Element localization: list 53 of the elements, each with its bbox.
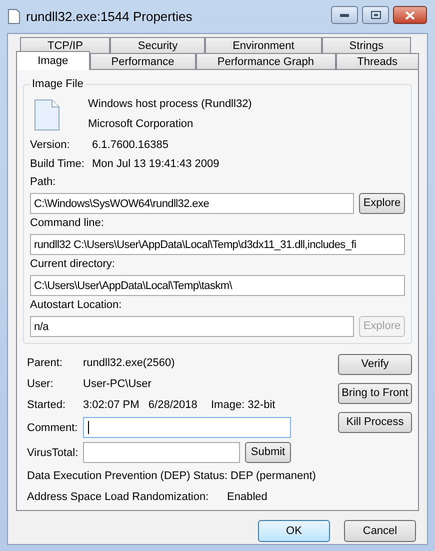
text-field[interactable]: rundll32 C:\Users\User\AppData\Local\Temp\d3dx11_31.dll,includes_fi: [30, 234, 405, 255]
tab[interactable]: Performance: [90, 53, 196, 70]
field-value: 3:02:07 PM 6/28/2018: [83, 398, 198, 412]
tab[interactable]: Performance Graph: [196, 53, 336, 70]
text-field[interactable]: n/a: [30, 316, 354, 337]
field-value: Mon Jul 13 19:41:43 2009: [92, 157, 220, 171]
field-value: 6.1.7600.16385: [92, 138, 168, 152]
field-label: User:: [27, 376, 54, 390]
dialog-button[interactable]: Cancel: [344, 520, 416, 542]
virustotal-field[interactable]: [83, 442, 240, 463]
tab[interactable]: Security: [110, 37, 206, 54]
field-label: Address Space Load Randomization:: [27, 490, 210, 504]
field-label: Parent:: [27, 356, 64, 370]
group-legend: Image File: [30, 77, 86, 91]
document-icon: [8, 9, 20, 24]
tab[interactable]: Environment: [205, 37, 322, 54]
field-label: Build Time:: [30, 157, 86, 171]
description-text: Windows host process (Rundll32): [88, 97, 252, 111]
dialog-button[interactable]: OK: [258, 520, 330, 542]
minimize-icon: [340, 14, 349, 16]
tab[interactable]: Strings: [322, 37, 412, 54]
field-label: Current directory:: [30, 257, 116, 271]
close-button[interactable]: [393, 6, 427, 24]
close-icon: [405, 10, 415, 20]
action-button[interactable]: Verify: [338, 354, 412, 375]
field-value: rundll32.exe(2560): [83, 356, 175, 370]
explore-button[interactable]: Explore: [359, 193, 405, 214]
field-label: VirusTotal:: [27, 446, 80, 460]
field-label: Command line:: [30, 216, 105, 230]
field-value: DEP (permanent): [230, 468, 316, 482]
text-field[interactable]: C:\Users\User\AppData\Local\Temp\taskm\: [30, 275, 405, 296]
tab[interactable]: Image: [16, 51, 90, 70]
field-value: User-PC\User: [83, 376, 152, 390]
maximize-button[interactable]: [362, 6, 389, 24]
text-field[interactable]: C:\Windows\SysWOW64\rundll32.exe: [30, 193, 354, 214]
field-label: Path:: [30, 175, 57, 189]
field-label: Comment:: [27, 420, 79, 434]
image-type-text: Image: 32-bit: [211, 398, 276, 412]
minimize-button[interactable]: [331, 6, 358, 24]
field-label: Autostart Location:: [30, 298, 123, 312]
field-value: Enabled: [227, 490, 268, 504]
action-button[interactable]: Bring to Front: [338, 383, 412, 404]
action-button[interactable]: Kill Process: [338, 412, 412, 433]
field-label: Version:: [30, 138, 71, 152]
window-title: rundll32.exe:1544 Properties: [26, 8, 192, 26]
file-icon: [34, 99, 60, 131]
maximize-icon: [370, 11, 380, 19]
submit-button[interactable]: Submit: [245, 442, 291, 463]
comment-field[interactable]: [83, 417, 291, 438]
company-text: Microsoft Corporation: [88, 117, 194, 131]
field-label: Started:: [27, 398, 67, 412]
field-label: Data Execution Prevention (DEP) Status:: [27, 468, 228, 482]
tab[interactable]: Threads: [336, 53, 420, 70]
